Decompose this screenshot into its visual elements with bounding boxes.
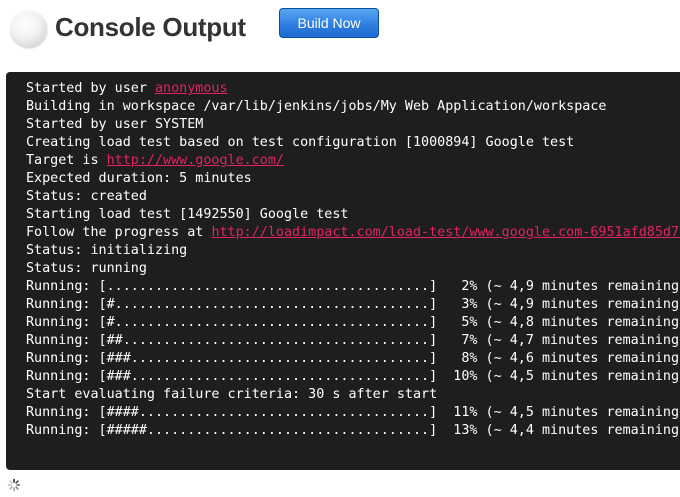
console-line: Running: [###...........................…: [26, 350, 680, 368]
console-line-text: Target is: [26, 153, 107, 168]
console-line-text: Started by user SYSTEM: [26, 117, 204, 132]
console-line: Running: [..............................…: [26, 278, 680, 296]
console-line-text: Expected duration: 5 minutes: [26, 171, 252, 186]
console-line-text: Status: running: [26, 261, 147, 276]
console-line-text: Creating load test based on test configu…: [26, 135, 575, 150]
console-line-text: Status: created: [26, 189, 147, 204]
console-link[interactable]: http://www.google.com/: [107, 153, 284, 168]
console-line-text: Running: [#.............................…: [26, 315, 680, 330]
console-line-text: Status: initializing: [26, 243, 188, 258]
console-line-text: Running: [###...........................…: [26, 351, 680, 366]
console-line-text: Running: [##............................…: [26, 333, 680, 348]
console-output: Started by user anonymous Building in wor…: [6, 72, 680, 470]
console-line: Running: [#.............................…: [26, 296, 680, 314]
console-line-text: Started by user: [26, 81, 155, 96]
console-line-text: Start evaluating failure criteria: 30 s …: [26, 387, 438, 402]
console-line: Target is http://www.google.com/: [26, 152, 680, 170]
console-line: Building in workspace /var/lib/jenkins/j…: [26, 98, 680, 116]
console-line: Running: [#####.........................…: [26, 422, 680, 440]
console-line: Start evaluating failure criteria: 30 s …: [26, 386, 680, 404]
console-line: Creating load test based on test configu…: [26, 134, 680, 152]
console-line: Started by user anonymous: [26, 80, 680, 98]
console-line: Running: [#.............................…: [26, 314, 680, 332]
console-line: Expected duration: 5 minutes: [26, 170, 680, 188]
console-line: Follow the progress at http://loadimpact…: [26, 224, 680, 242]
page-title: Console Output: [55, 12, 246, 42]
build-now-button[interactable]: Build Now: [279, 8, 379, 38]
console-line-text: Follow the progress at: [26, 225, 212, 240]
loading-spinner-icon: [7, 478, 21, 492]
console-link[interactable]: http://loadimpact.com/load-test/www.goog…: [211, 225, 680, 240]
console-link[interactable]: anonymous: [155, 81, 228, 96]
console-line: Status: created: [26, 188, 680, 206]
console-line-text: Building in workspace /var/lib/jenkins/j…: [26, 99, 607, 114]
console-line-text: Running: [#.............................…: [26, 297, 680, 312]
console-line: Status: running: [26, 260, 680, 278]
console-line: Running: [##............................…: [26, 332, 680, 350]
console-line-text: Starting load test [1492550] Google test: [26, 207, 349, 222]
console-line-text: Running: [####..........................…: [26, 405, 680, 420]
console-line-text: Running: [#####.........................…: [26, 423, 680, 438]
console-line: Running: [####..........................…: [26, 404, 680, 422]
build-status-ball-icon: [11, 11, 47, 47]
console-line-text: Running: [###...........................…: [26, 369, 680, 384]
console-line: Started by user SYSTEM: [26, 116, 680, 134]
console-line-text: Running: [..............................…: [26, 279, 680, 294]
page-header: Console Output Build Now: [0, 0, 680, 60]
console-line: Starting load test [1492550] Google test: [26, 206, 680, 224]
console-line: Status: initializing: [26, 242, 680, 260]
console-line: Running: [###...........................…: [26, 368, 680, 386]
